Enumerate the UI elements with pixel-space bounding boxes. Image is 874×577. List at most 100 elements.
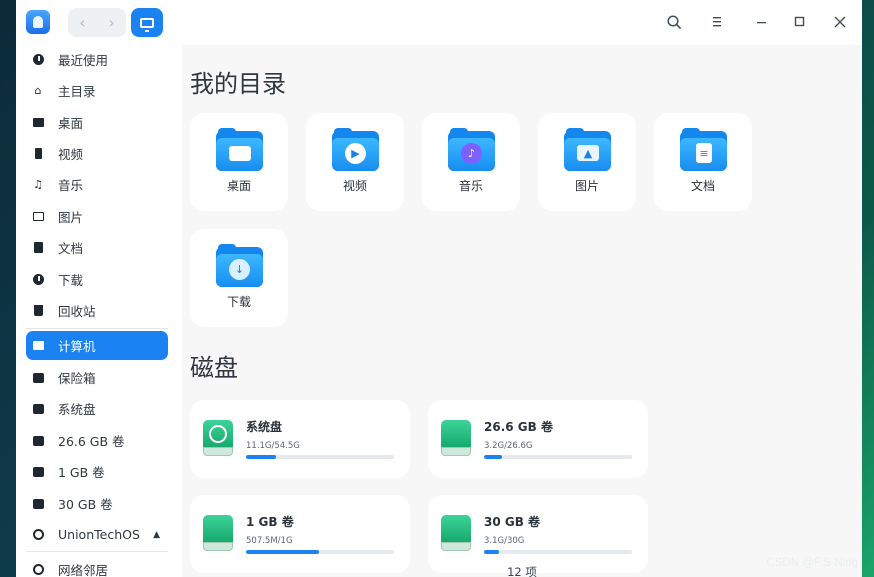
disks-title: 磁盘 [190,354,238,382]
documents-folder-icon: ≡ [680,128,727,171]
disk-usage-bar [484,550,632,554]
disk-card-26gb[interactable]: 26.6 GB 卷 3.2G/26.6G [428,400,648,478]
disk-card-system[interactable]: 系统盘 11.1G/54.5G [190,400,410,478]
sidebar-item-label: 1 GB 卷 [58,465,105,480]
file-manager-window: ‹ › 最近使用 ⌂ 主目录 桌面 视频 ♫ 音乐 图片 文档 下载 回收站 计… [16,0,862,577]
sidebar-item-label: 回收站 [58,304,96,319]
disk-icon [32,498,44,510]
folder-music[interactable]: ♪ 音乐 [422,113,520,211]
sidebar-item-volume-1gb[interactable]: 1 GB 卷 [26,457,168,486]
monitor-icon [140,17,154,32]
folder-pictures[interactable]: ▲ 图片 [538,113,636,211]
item-count-status: 12 项 [507,565,537,577]
sidebar-item-desktop[interactable]: 桌面 [26,108,168,137]
video-folder-icon: ▶ [332,128,379,171]
disk-usage: 3.1G/30G [484,536,525,546]
sidebar-item-uniontechos[interactable]: UnionTechOS ▲ [26,520,168,549]
sidebar-item-trash[interactable]: 回收站 [26,296,168,325]
disk-icon [441,420,471,457]
folder-label: 文档 [690,179,715,193]
sidebar-item-label: 网络邻居 [58,563,109,577]
sidebar-item-computer[interactable]: 计算机 [26,331,168,360]
sidebar-divider [26,551,168,552]
trash-icon [32,305,44,317]
sidebar: 最近使用 ⌂ 主目录 桌面 视频 ♫ 音乐 图片 文档 下载 回收站 计算机 保… [16,45,182,577]
optical-disk-icon [32,529,44,541]
folder-desktop[interactable]: 桌面 [190,113,288,211]
folder-documents[interactable]: ≡ 文档 [654,113,752,211]
folder-label: 桌面 [226,179,251,193]
search-icon[interactable] [664,12,684,32]
clock-icon [32,54,44,66]
watermark: CSDN @F.S-Ning [766,557,858,569]
my-directory-title: 我的目录 [190,70,286,98]
system-disk-icon [32,403,44,415]
disk-icon [32,466,44,478]
sidebar-item-volume-30gb[interactable]: 30 GB 卷 [26,489,168,518]
navigation-buttons: ‹ › [68,8,126,37]
folder-label: 图片 [574,179,599,193]
close-icon[interactable] [830,12,850,32]
sidebar-item-videos[interactable]: 视频 [26,139,168,168]
desktop-folder-icon [216,128,263,171]
disk-card-1gb[interactable]: 1 GB 卷 507.5M/1G [190,495,410,573]
disk-usage-bar [246,455,394,459]
file-manager-logo-icon [26,10,50,34]
computer-icon [32,340,44,352]
folder-videos[interactable]: ▶ 视频 [306,113,404,211]
sidebar-item-label: 下载 [58,273,84,288]
network-icon [32,564,44,576]
document-icon [32,242,44,254]
sidebar-item-music[interactable]: ♫ 音乐 [26,170,168,199]
sidebar-item-home[interactable]: ⌂ 主目录 [26,76,168,105]
sidebar-item-label: 计算机 [58,339,96,354]
disk-name: 1 GB 卷 [246,515,294,529]
sidebar-item-label: 视频 [58,147,84,162]
sidebar-item-recent[interactable]: 最近使用 [26,45,168,74]
sidebar-item-downloads[interactable]: 下载 [26,265,168,294]
folder-label: 下载 [226,295,251,309]
download-icon [32,274,44,286]
eject-icon[interactable]: ▲ [153,530,160,540]
sidebar-item-system-disk[interactable]: 系统盘 [26,394,168,423]
sidebar-item-label: 图片 [58,210,84,225]
sidebar-item-network[interactable]: 网络邻居 [26,555,168,577]
disk-card-30gb[interactable]: 30 GB 卷 3.1G/30G [428,495,648,573]
sidebar-item-label: 系统盘 [58,402,96,417]
system-disk-icon [203,420,233,457]
sidebar-item-label: 文档 [58,241,84,256]
folder-label: 视频 [342,179,367,193]
folder-downloads[interactable]: ↓ 下载 [190,229,288,327]
sidebar-divider [26,328,168,329]
vault-icon [32,372,44,384]
minimize-icon[interactable] [752,12,772,32]
disk-name: 26.6 GB 卷 [484,420,553,434]
sidebar-item-label: 桌面 [58,116,84,131]
image-icon [32,211,44,223]
sidebar-item-vault[interactable]: 保险箱 [26,363,168,392]
disk-name: 系统盘 [246,420,283,434]
sidebar-item-label: 保险箱 [58,371,96,386]
desktop-icon [32,117,44,129]
music-folder-icon: ♪ [448,128,495,171]
computer-view-button[interactable] [131,8,163,37]
title-bar: ‹ › [16,0,862,45]
disk-usage-bar [246,550,394,554]
sidebar-item-pictures[interactable]: 图片 [26,202,168,231]
disk-icon [441,515,471,552]
home-icon: ⌂ [34,84,42,97]
disk-name: 30 GB 卷 [484,515,541,529]
sidebar-item-label: 26.6 GB 卷 [58,434,125,449]
pictures-folder-icon: ▲ [564,128,611,171]
sidebar-item-documents[interactable]: 文档 [26,233,168,262]
back-button[interactable]: ‹ [68,8,97,37]
disk-usage: 3.2G/26.6G [484,441,533,451]
menu-icon[interactable] [708,12,728,32]
disk-icon [32,435,44,447]
forward-button[interactable]: › [97,8,126,37]
maximize-icon[interactable] [790,12,810,32]
sidebar-item-label: UnionTechOS [58,527,140,542]
disk-usage-bar [484,455,632,459]
disk-icon [203,515,233,552]
sidebar-item-volume-26gb[interactable]: 26.6 GB 卷 [26,426,168,455]
